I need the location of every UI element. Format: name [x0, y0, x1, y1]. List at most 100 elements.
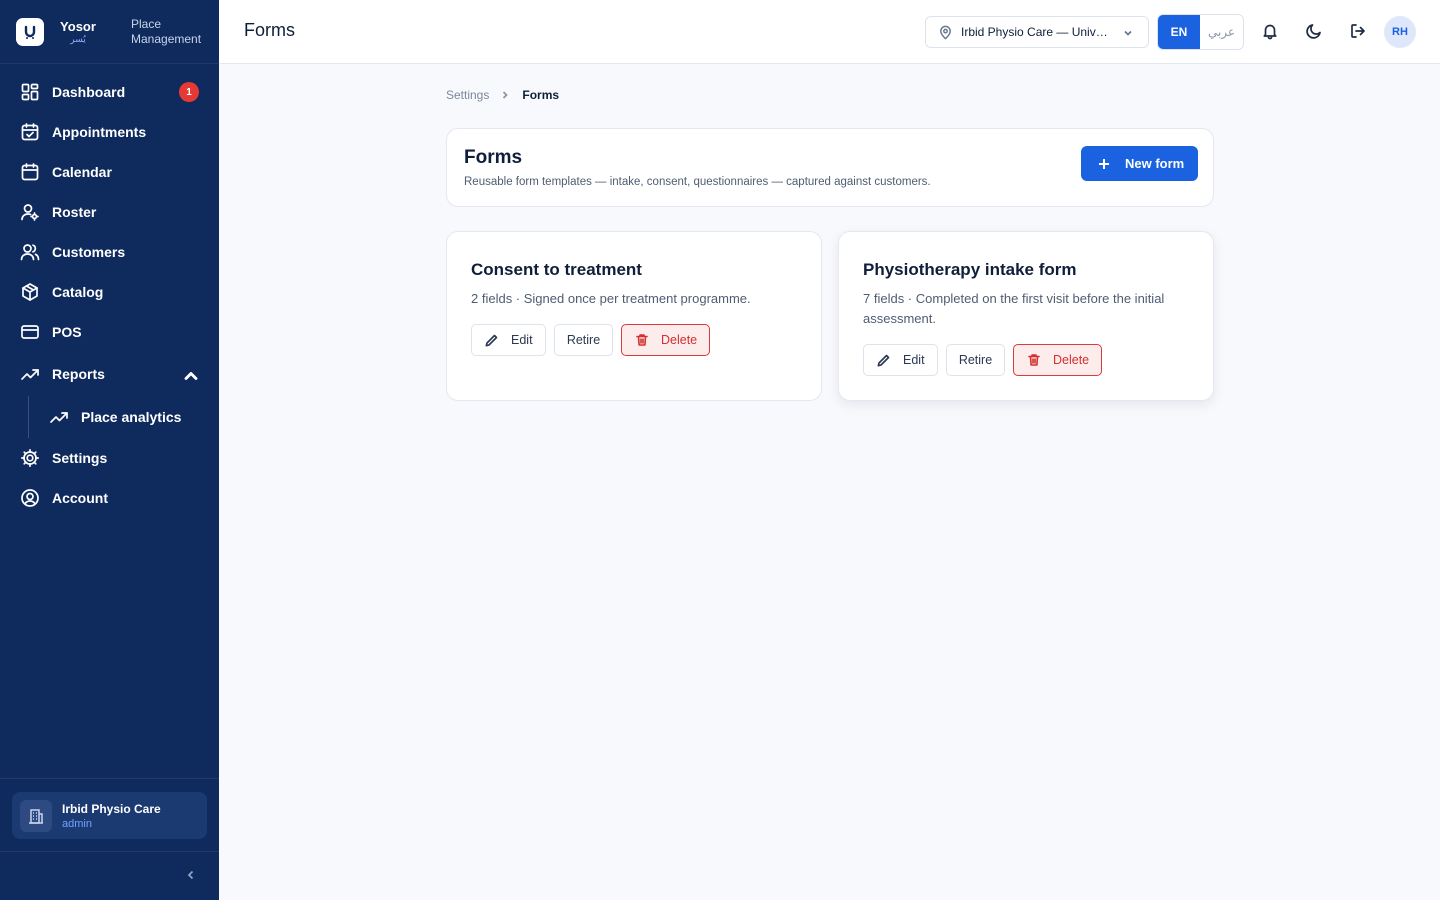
breadcrumb-settings-link[interactable]: Settings	[446, 88, 489, 102]
reports-submenu: Place analytics	[0, 396, 219, 438]
sidebar-item-label: Appointments	[52, 124, 147, 140]
section-subtitle: Reusable form templates — intake, consen…	[464, 176, 931, 188]
new-form-button-label: New form	[1125, 156, 1185, 171]
trash-icon	[1028, 354, 1040, 366]
sidebar-item-settings[interactable]: Settings	[0, 438, 219, 478]
sidebar-item-label: Calendar	[52, 164, 112, 180]
brand-name: Yosor يُسر	[54, 18, 102, 44]
building-icon	[20, 799, 52, 832]
place-selector-value: Irbid Physio Care — University Branch	[961, 25, 1113, 39]
sidebar-item-place-analytics[interactable]: Place analytics	[0, 396, 219, 438]
sidebar-item-appointments[interactable]: Appointments	[0, 112, 219, 152]
pencil-icon	[485, 334, 498, 346]
sidebar-item-label: Customers	[52, 244, 126, 260]
plus-icon	[1099, 158, 1109, 169]
retire-button[interactable]: Retire	[554, 324, 613, 356]
delete-button[interactable]: Delete	[1013, 344, 1102, 376]
sidebar-item-label: Catalog	[52, 284, 104, 300]
breadcrumb-current: Forms	[522, 88, 560, 102]
notification-badge: 1	[179, 82, 199, 102]
package-icon	[22, 283, 38, 301]
page-title: Forms	[244, 20, 295, 40]
theme-toggle-button[interactable]	[1305, 22, 1325, 42]
sidebar-item-label: Place analytics	[81, 409, 182, 425]
collapse-sidebar-button[interactable]	[184, 868, 198, 884]
sidebar-item-label: Reports	[52, 366, 105, 382]
map-pin-icon	[940, 25, 951, 40]
calendar-icon	[21, 163, 39, 181]
sidebar-item-account[interactable]: Account	[0, 478, 219, 518]
retire-button[interactable]: Retire	[946, 344, 1005, 376]
users-icon	[20, 244, 40, 261]
gear-icon	[20, 448, 40, 468]
edit-button[interactable]: Edit	[863, 344, 938, 376]
brand-title-arabic: يُسر	[70, 33, 86, 44]
top-bar: Forms Irbid Physio Care — University Bra…	[219, 0, 1440, 64]
brand-title: Yosor	[60, 18, 96, 34]
chevron-left-icon	[187, 870, 194, 880]
logout-icon	[1351, 24, 1365, 38]
logo-icon[interactable]	[16, 17, 44, 46]
current-place-info: Irbid Physio Care admin	[62, 802, 161, 830]
trash-icon	[636, 334, 648, 346]
current-place-card[interactable]: Irbid Physio Care admin	[12, 792, 207, 839]
form-title: Physiotherapy intake form	[863, 260, 1077, 279]
form-actions: Edit Retire Delete	[471, 324, 710, 356]
chevron-up-icon[interactable]	[181, 366, 201, 386]
form-title: Consent to treatment	[471, 260, 642, 279]
sidebar-item-label: Dashboard	[52, 84, 126, 100]
sidebar-item-reports[interactable]: Reports	[0, 352, 219, 396]
chevron-down-icon	[1124, 30, 1132, 36]
sidebar-item-customers[interactable]: Customers	[0, 232, 219, 272]
edit-button-label: Edit	[511, 333, 533, 347]
current-place-role: admin	[62, 817, 92, 830]
sidebar-item-roster[interactable]: Roster	[0, 192, 219, 232]
bell-icon	[1263, 24, 1277, 40]
sidebar-item-label: Account	[52, 490, 108, 506]
sidebar-item-dashboard[interactable]: Dashboard 1	[0, 72, 219, 112]
new-form-button[interactable]: New form	[1081, 146, 1198, 181]
language-ar-button[interactable]: عربي	[1200, 15, 1243, 49]
credit-card-icon	[21, 325, 39, 339]
edit-button[interactable]: Edit	[471, 324, 546, 356]
sidebar-item-calendar[interactable]: Calendar	[0, 152, 219, 192]
sidebar: Yosor يُسر Place Management Dashboard 1 …	[0, 0, 219, 900]
notifications-button[interactable]	[1261, 22, 1281, 42]
brand: Yosor يُسر Place Management	[0, 0, 219, 64]
form-actions: Edit Retire Delete	[863, 344, 1102, 376]
logout-button[interactable]	[1349, 22, 1369, 42]
form-card: Physiotherapy intake form 7 fields · Com…	[838, 231, 1214, 401]
calendar-check-icon	[21, 123, 39, 141]
dashboard-icon	[21, 83, 39, 101]
section-title: Forms	[464, 147, 523, 168]
sidebar-item-label: Roster	[52, 204, 97, 220]
sidebar-item-pos[interactable]: POS	[0, 312, 219, 352]
language-en-button[interactable]: EN	[1158, 15, 1200, 49]
user-circle-icon	[21, 489, 39, 507]
edit-button-label: Edit	[903, 353, 925, 367]
forms-header-card: Forms Reusable form templates — intake, …	[446, 128, 1214, 207]
moon-icon	[1306, 24, 1321, 39]
breadcrumb: Settings Forms	[446, 88, 559, 102]
current-place-name: Irbid Physio Care	[62, 801, 161, 816]
delete-button-label: Delete	[661, 333, 698, 347]
submenu-divider	[28, 396, 29, 438]
delete-button-label: Delete	[1053, 353, 1090, 367]
sidebar-item-label: Settings	[52, 450, 108, 466]
user-avatar[interactable]: RH	[1384, 16, 1416, 48]
pencil-icon	[877, 354, 890, 366]
sidebar-item-label: POS	[52, 324, 82, 340]
brand-subtitle: Place Management	[131, 16, 202, 46]
form-card: Consent to treatment 2 fields · Signed o…	[446, 231, 822, 401]
trending-up-icon	[50, 412, 68, 423]
form-description: 7 fields · Completed on the first visit …	[863, 291, 1165, 326]
place-selector[interactable]: Irbid Physio Care — University Branch	[925, 16, 1149, 48]
delete-button[interactable]: Delete	[621, 324, 710, 356]
language-switch: EN عربي	[1157, 14, 1244, 50]
sidebar-item-catalog[interactable]: Catalog	[0, 272, 219, 312]
sidebar-nav: Dashboard 1 Appointments Calendar Roster…	[0, 64, 219, 518]
user-gear-icon	[21, 204, 39, 221]
current-place-section: Irbid Physio Care admin	[0, 778, 219, 852]
form-description: 2 fields · Signed once per treatment pro…	[471, 291, 751, 306]
chevron-right-icon	[503, 91, 509, 99]
